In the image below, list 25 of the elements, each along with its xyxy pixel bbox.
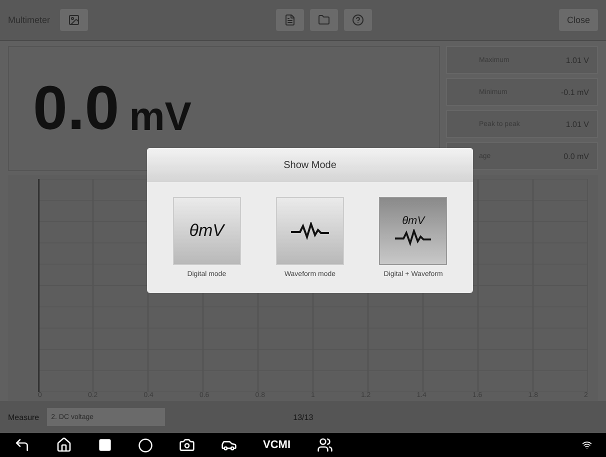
image-button[interactable] xyxy=(60,9,88,31)
reading-glyph: θmV xyxy=(402,215,425,228)
help-icon xyxy=(352,14,364,26)
waveform-icon xyxy=(394,229,432,247)
camera-icon[interactable] xyxy=(179,437,195,453)
folder-button[interactable] xyxy=(310,9,338,31)
home-icon[interactable] xyxy=(56,437,72,453)
users-icon[interactable] xyxy=(316,437,332,453)
waveform-icon xyxy=(290,222,330,240)
reading-unit: mV xyxy=(129,95,192,140)
help-button[interactable] xyxy=(344,9,372,31)
vci-label[interactable]: VCMI xyxy=(263,439,290,451)
folder-icon xyxy=(318,14,330,26)
dialog-title: Show Mode xyxy=(147,148,473,182)
square-icon[interactable] xyxy=(98,438,112,452)
page-indicator: 13/13 xyxy=(293,412,314,422)
reading-value: 0.0 xyxy=(33,73,120,144)
reading-glyph: θmV xyxy=(189,221,224,241)
back-icon[interactable] xyxy=(14,437,30,453)
wifi-icon xyxy=(582,440,592,450)
measure-label: Measure xyxy=(8,412,40,422)
image-icon xyxy=(68,14,80,26)
document-icon xyxy=(284,14,296,26)
document-button[interactable] xyxy=(276,9,304,31)
circle-icon[interactable] xyxy=(138,438,153,452)
